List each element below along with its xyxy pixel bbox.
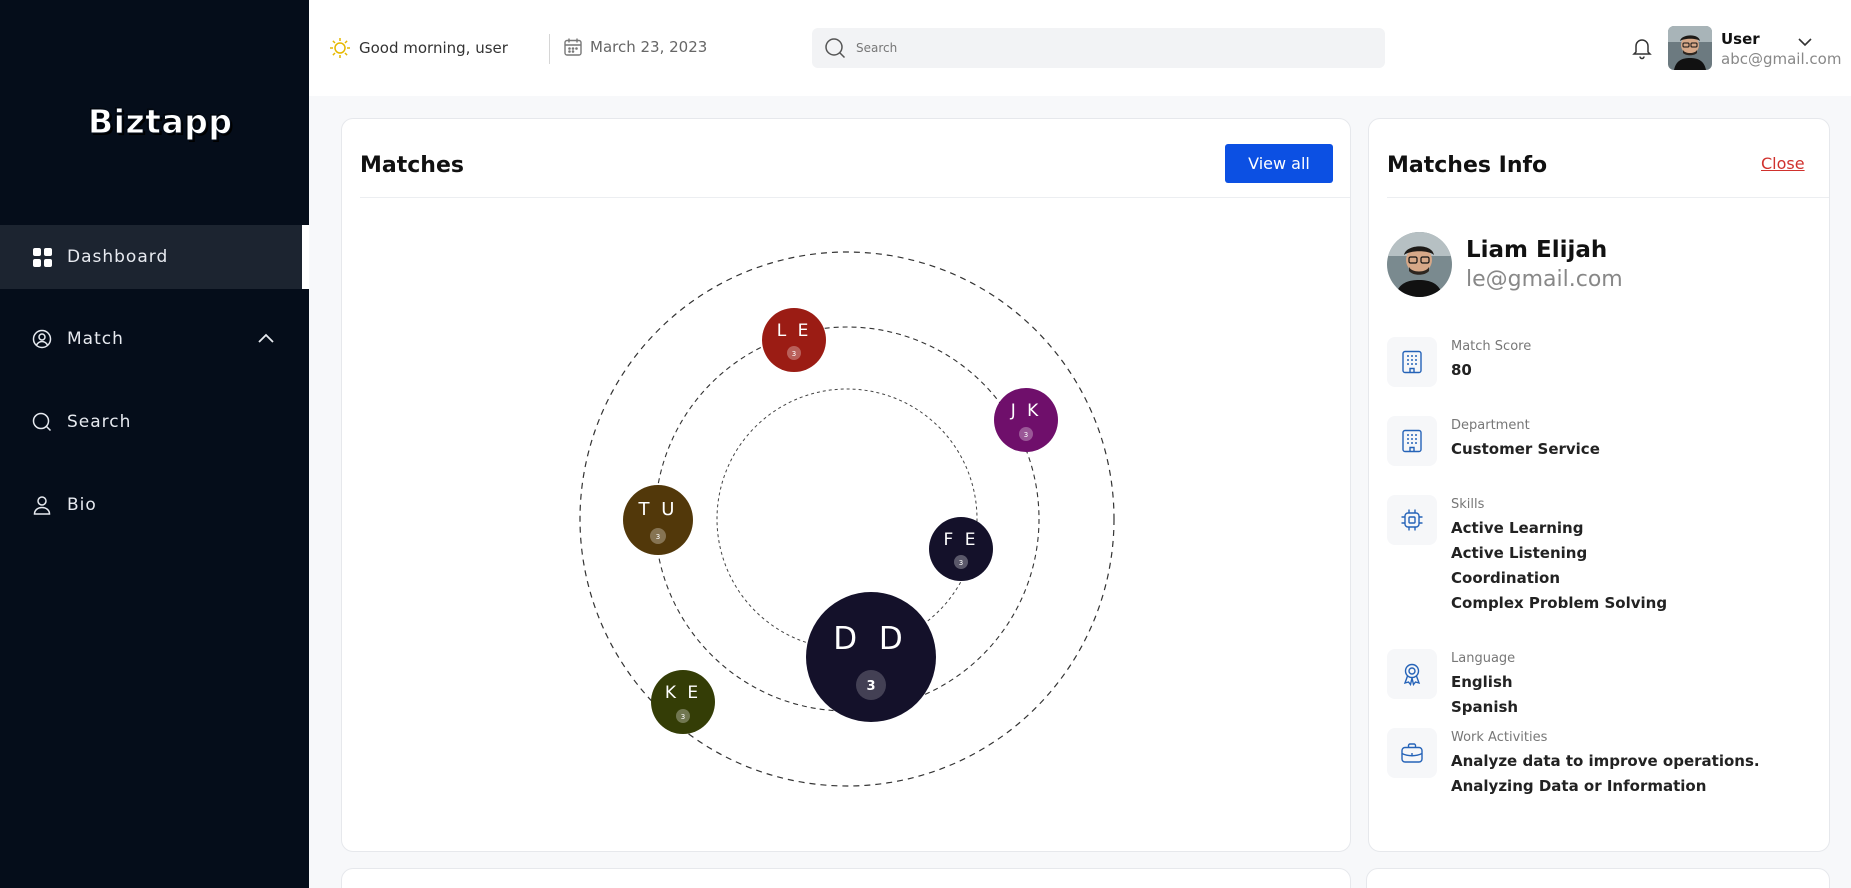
match-bubble-le[interactable]: L E 3 [762, 308, 826, 372]
bubble-count: 3 [1024, 431, 1028, 439]
building-icon [1387, 416, 1437, 466]
skill-item: Active Learning [1451, 519, 1584, 537]
info-label: Language [1451, 651, 1516, 666]
sidebar-item-match[interactable]: Match [0, 307, 309, 371]
topbar: Good morning, user March 23, 2023 User a… [309, 0, 1851, 96]
date-display: March 23, 2023 [563, 37, 707, 57]
chevron-down-icon[interactable] [1797, 32, 1813, 51]
award-icon [1387, 649, 1437, 699]
bubble-initials: K E [665, 683, 701, 703]
bubble-initials: L E [777, 321, 812, 341]
department-value: Customer Service [1451, 440, 1600, 458]
user-name[interactable]: User [1721, 30, 1760, 48]
info-label: Skills [1451, 497, 1485, 512]
building-icon [1387, 337, 1437, 387]
search-icon [32, 412, 52, 432]
bubble-count: 3 [681, 713, 685, 721]
skill-item: Complex Problem Solving [1451, 594, 1668, 612]
matches-card: Matches View all L E 3 J K 3 T U 3 F E 3… [341, 118, 1351, 852]
language-item: Spanish [1451, 698, 1519, 716]
grid-icon [32, 247, 52, 267]
info-label: Department [1451, 418, 1530, 433]
date-text: March 23, 2023 [590, 38, 708, 56]
sidebar-item-label: Bio [67, 495, 97, 515]
matches-info-title: Matches Info [1387, 153, 1548, 178]
divider [549, 34, 550, 64]
greeting-text: Good morning, user [359, 39, 508, 57]
briefcase-icon [1387, 728, 1437, 778]
sidebar-item-label: Match [67, 329, 124, 349]
bubble-count: 3 [959, 559, 963, 567]
user-email: abc@gmail.com [1721, 50, 1842, 68]
bubble-initials: F E [944, 530, 979, 550]
bubble-initials: D D [833, 621, 909, 657]
match-bubble-fe[interactable]: F E 3 [929, 517, 993, 581]
search-bar[interactable] [812, 28, 1385, 68]
match-bubble-tu[interactable]: T U 3 [623, 485, 693, 555]
skill-item: Active Listening [1451, 544, 1588, 562]
language-item: English [1451, 673, 1513, 691]
match-bubble-ke[interactable]: K E 3 [651, 670, 715, 734]
avatar[interactable] [1668, 26, 1712, 70]
sun-icon [330, 38, 350, 58]
bubble-count: 3 [792, 350, 796, 358]
divider [1387, 197, 1829, 198]
user-icon [32, 495, 52, 515]
match-score-value: 80 [1451, 361, 1472, 379]
user-circle-icon [32, 329, 52, 349]
sidebar-item-bio[interactable]: Bio [0, 473, 309, 537]
sidebar-item-search[interactable]: Search [0, 390, 309, 454]
greeting: Good morning, user [329, 37, 508, 59]
calendar-icon [564, 38, 582, 56]
bubble-initials: T U [638, 499, 678, 520]
sidebar-item-label: Dashboard [67, 247, 169, 267]
bubble-count: 3 [656, 533, 660, 541]
skill-item: Coordination [1451, 569, 1560, 587]
matches-info-card: Matches Info Close Liam Elijah le@gmail.… [1368, 118, 1830, 852]
match-orbit: L E 3 J K 3 T U 3 F E 3 D D 3 K E 3 [579, 251, 1115, 787]
lower-card-left [341, 868, 1351, 888]
work-item: Analyzing Data or Information [1451, 777, 1707, 795]
info-label: Match Score [1451, 339, 1532, 354]
sidebar-item-dashboard[interactable]: Dashboard [0, 225, 309, 289]
match-bubble-dd[interactable]: D D 3 [806, 592, 936, 722]
chevron-up-icon[interactable] [257, 329, 275, 349]
profile-avatar [1387, 232, 1452, 297]
bubble-initials: J K [1010, 401, 1042, 421]
profile-email: le@gmail.com [1466, 267, 1623, 292]
search-input[interactable] [856, 41, 1356, 55]
bell-icon[interactable] [1631, 36, 1653, 64]
chip-icon [1387, 495, 1437, 545]
sidebar-item-label: Search [67, 412, 132, 432]
brand-logo[interactable]: Biztapp [87, 102, 232, 142]
search-icon [825, 38, 846, 59]
bubble-count: 3 [866, 679, 875, 694]
work-item: Analyze data to improve operations. [1451, 752, 1760, 770]
profile-name: Liam Elijah [1466, 237, 1608, 263]
close-link[interactable]: Close [1761, 154, 1805, 173]
match-bubble-jk[interactable]: J K 3 [994, 388, 1058, 452]
sidebar: Biztapp Dashboard Match Search Bio [0, 0, 309, 888]
info-label: Work Activities [1451, 730, 1548, 745]
lower-card-right [1366, 868, 1830, 888]
